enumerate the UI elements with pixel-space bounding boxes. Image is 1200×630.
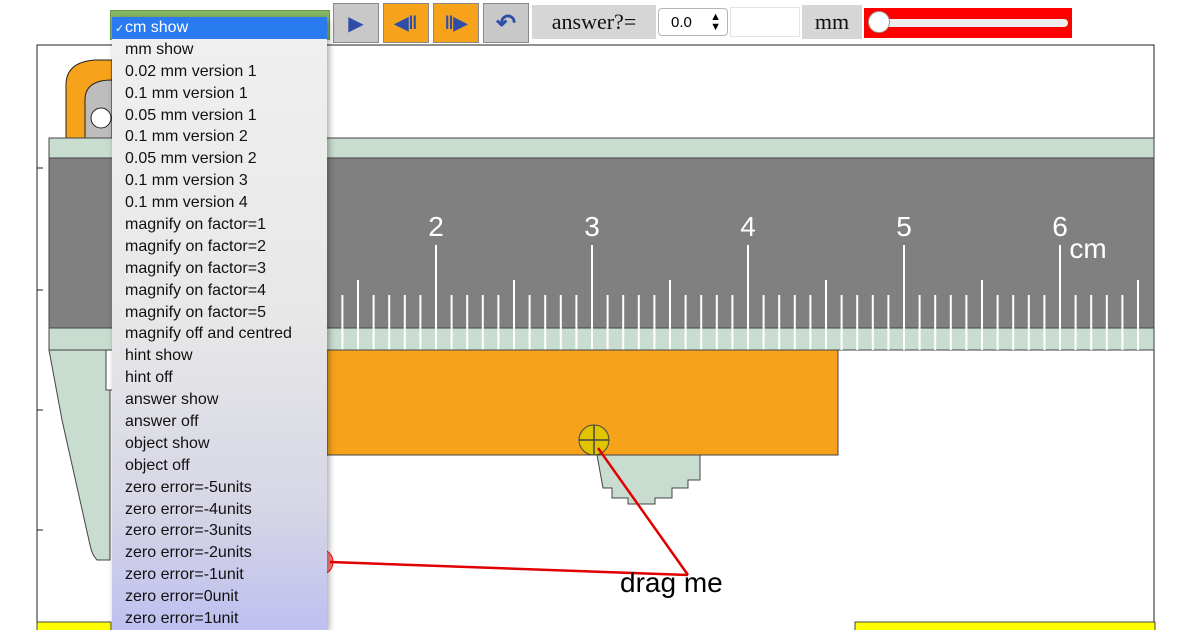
dropdown-option[interactable]: zero error=0unit [112,586,327,608]
slider-thumb[interactable] [868,11,890,33]
play-button[interactable]: ▶ [333,3,379,43]
reset-button[interactable]: ↶ [483,3,529,43]
dropdown-option-label: zero error=-2units [125,544,252,562]
ruler-unit: cm [1069,233,1106,264]
drag-me-label: drag me [620,567,723,598]
option-dropdown-list: ✓cm show mm show 0.02 mm version 1 0.1 mm v… [112,17,327,630]
dropdown-option[interactable]: magnify on factor=3 [112,258,327,280]
dropdown-option[interactable]: 0.02 mm version 1 [112,61,327,83]
dropdown-option-label: 0.1 mm version 4 [125,194,248,212]
dropdown-option-label: 0.02 mm version 1 [125,62,257,80]
stepper-arrows-icon: ▲ ▼ [710,11,721,33]
dropdown-option-label: zero error=-5units [125,478,252,496]
dropdown-option[interactable]: magnify on factor=2 [112,236,327,258]
step-forward-button[interactable]: ‖▶ [433,3,479,43]
dropdown-option-label: magnify on factor=2 [125,237,266,255]
ruler-number-6: 6 [1052,211,1068,242]
dropdown-option-label: magnify off and centred [125,325,292,343]
dropdown-option[interactable]: hint off [112,367,327,389]
dropdown-option-label: 0.1 mm version 1 [125,84,248,102]
dropdown-option-label: cm show [125,19,189,36]
answer-stepper[interactable]: 0.0 ▲ ▼ [658,8,728,36]
dropdown-option[interactable]: answer off [112,411,327,433]
dropdown-option[interactable]: ✓cm show [112,17,327,39]
undo-icon: ↶ [495,9,517,37]
frame-left-ticks [37,167,43,531]
dropdown-option-label: zero error=-4units [125,500,252,518]
dropdown-option[interactable]: hint show [112,345,327,367]
answer-label: answer?= [532,5,656,39]
dropdown-option[interactable]: zero error=1unit [112,608,327,630]
dropdown-option-label: mm show [125,40,194,58]
dropdown-option-label: object show [125,434,210,452]
dropdown-option-label: zero error=0unit [125,588,239,606]
step-back-button[interactable]: ◀‖ [383,3,429,43]
step-forward-icon: ‖▶ [444,12,468,33]
dropdown-option[interactable]: mm show [112,39,327,61]
dropdown-option[interactable]: object show [112,433,327,455]
dropdown-option[interactable]: 0.05 mm version 2 [112,148,327,170]
dropdown-option[interactable]: magnify on factor=1 [112,214,327,236]
dropdown-option[interactable]: zero error=-5units [112,477,327,499]
unit-label: mm [802,5,862,39]
dropdown-option-label: answer off [125,413,199,431]
lower-block-right [854,621,1156,630]
answer-input[interactable] [730,7,800,37]
dropdown-option[interactable]: zero error=-3units [112,520,327,542]
slider-track [872,19,1068,27]
dropdown-option-label: zero error=-1unit [125,566,244,584]
dropdown-option[interactable]: magnify on factor=4 [112,280,327,302]
value-slider[interactable] [864,8,1072,38]
step-back-icon: ◀‖ [394,12,418,33]
dropdown-option[interactable]: zero error=-2units [112,542,327,564]
play-icon: ▶ [348,12,364,35]
dropdown-option[interactable]: magnify off and centred [112,323,327,345]
dropdown-option-label: hint off [125,369,173,387]
lower-block-left [36,621,112,630]
dropdown-option[interactable]: 0.1 mm version 4 [112,192,327,214]
ruler-number-4: 4 [740,211,756,242]
dropdown-option[interactable]: object off [112,455,327,477]
check-icon: ✓ [115,23,125,35]
dropdown-option-label: magnify on factor=3 [125,259,266,277]
jaw-hole [90,107,112,129]
dropdown-option-label: zero error=1unit [125,610,239,628]
dropdown-option[interactable]: answer show [112,389,327,411]
dropdown-option-label: magnify on factor=5 [125,303,266,321]
lower-gear [596,454,701,505]
dropdown-option[interactable]: magnify on factor=5 [112,302,327,324]
answer-value: 0.0 [671,13,692,31]
ruler-number-3: 3 [584,211,600,242]
dropdown-option[interactable]: 0.1 mm version 3 [112,170,327,192]
dropdown-option[interactable]: 0.1 mm version 2 [112,126,327,148]
ruler-number-2: 2 [428,211,444,242]
dropdown-option-label: 0.05 mm version 1 [125,106,257,124]
dropdown-option-label: object off [125,456,190,474]
dropdown-option[interactable]: zero error=-4units [112,499,327,521]
caliper-body-left [48,349,111,561]
dropdown-option-label: answer show [125,391,219,409]
dropdown-option-label: magnify on factor=4 [125,281,266,299]
dropdown-option-label: 0.1 mm version 3 [125,172,248,190]
ruler-number-5: 5 [896,211,912,242]
dropdown-option-label: 0.1 mm version 2 [125,128,248,146]
dropdown-option-label: zero error=-3units [125,522,252,540]
dropdown-option-label: 0.05 mm version 2 [125,150,257,168]
dropdown-option[interactable]: zero error=-1unit [112,564,327,586]
dropdown-option-label: magnify on factor=1 [125,216,266,234]
dropdown-option[interactable]: 0.1 mm version 1 [112,83,327,105]
dropdown-option[interactable]: 0.05 mm version 1 [112,105,327,127]
dropdown-option-label: hint show [125,347,193,365]
